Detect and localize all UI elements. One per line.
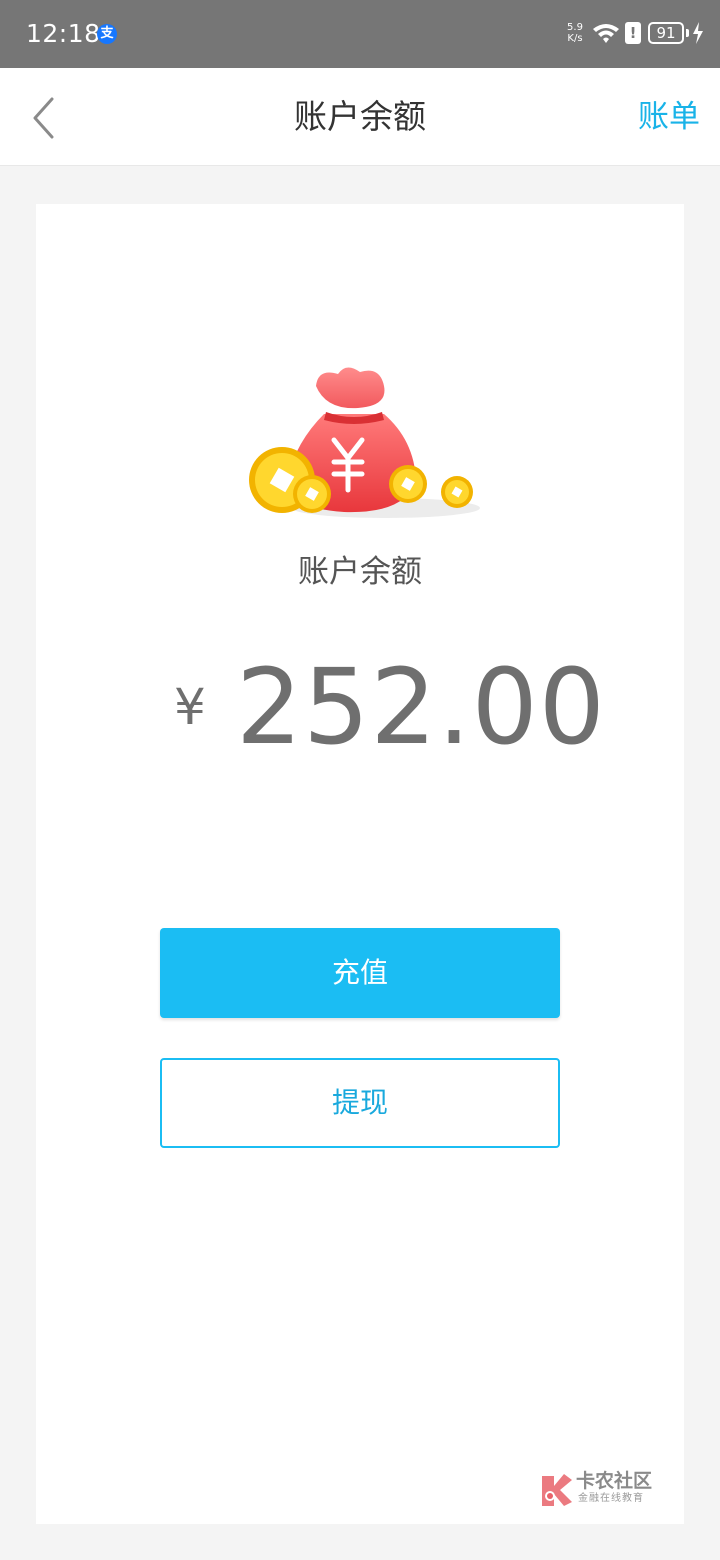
watermark-subtitle: 金融在线教育 <box>578 1493 644 1504</box>
status-bar: 12:18 支 5.9 K/s ! 91 <box>0 0 720 68</box>
balance-card: 账户余额 ¥ 252.00 充值 提现 卡农社区 金融在线教育 <box>36 204 684 1524</box>
status-time: 12:18 <box>26 19 101 48</box>
money-bag-icon <box>249 367 480 518</box>
charging-icon <box>693 22 703 44</box>
network-speed-value: 5.9 <box>567 22 583 33</box>
withdraw-button[interactable]: 提现 <box>160 1058 560 1148</box>
bill-link[interactable]: 账单 <box>638 94 700 140</box>
navigation-bar: 账户余额 账单 <box>0 68 720 166</box>
recharge-button[interactable]: 充值 <box>160 928 560 1018</box>
battery-level: 91 <box>656 24 676 42</box>
battery-icon: 91 <box>648 22 684 44</box>
currency-sign: ¥ <box>174 678 206 736</box>
watermark-name: 卡农社区 <box>576 1470 653 1492</box>
wifi-icon <box>593 24 619 44</box>
balance-amount-row: ¥ 252.00 <box>36 644 684 774</box>
alipay-icon: 支 <box>97 24 117 44</box>
balance-label: 账户余额 <box>298 554 422 590</box>
network-speed-unit: K/s <box>567 33 583 44</box>
page-title: 账户余额 <box>294 97 426 136</box>
alert-glyph: ! <box>629 24 637 42</box>
battery-tip <box>686 29 689 37</box>
chevron-left-icon[interactable] <box>22 96 66 140</box>
network-speed: 5.9 K/s <box>562 22 588 44</box>
alert-icon: ! <box>625 22 641 44</box>
watermark: 卡农社区 金融在线教育 <box>540 1470 664 1510</box>
balance-amount: 252.00 <box>236 646 606 768</box>
kanong-logo-icon <box>542 1474 572 1506</box>
